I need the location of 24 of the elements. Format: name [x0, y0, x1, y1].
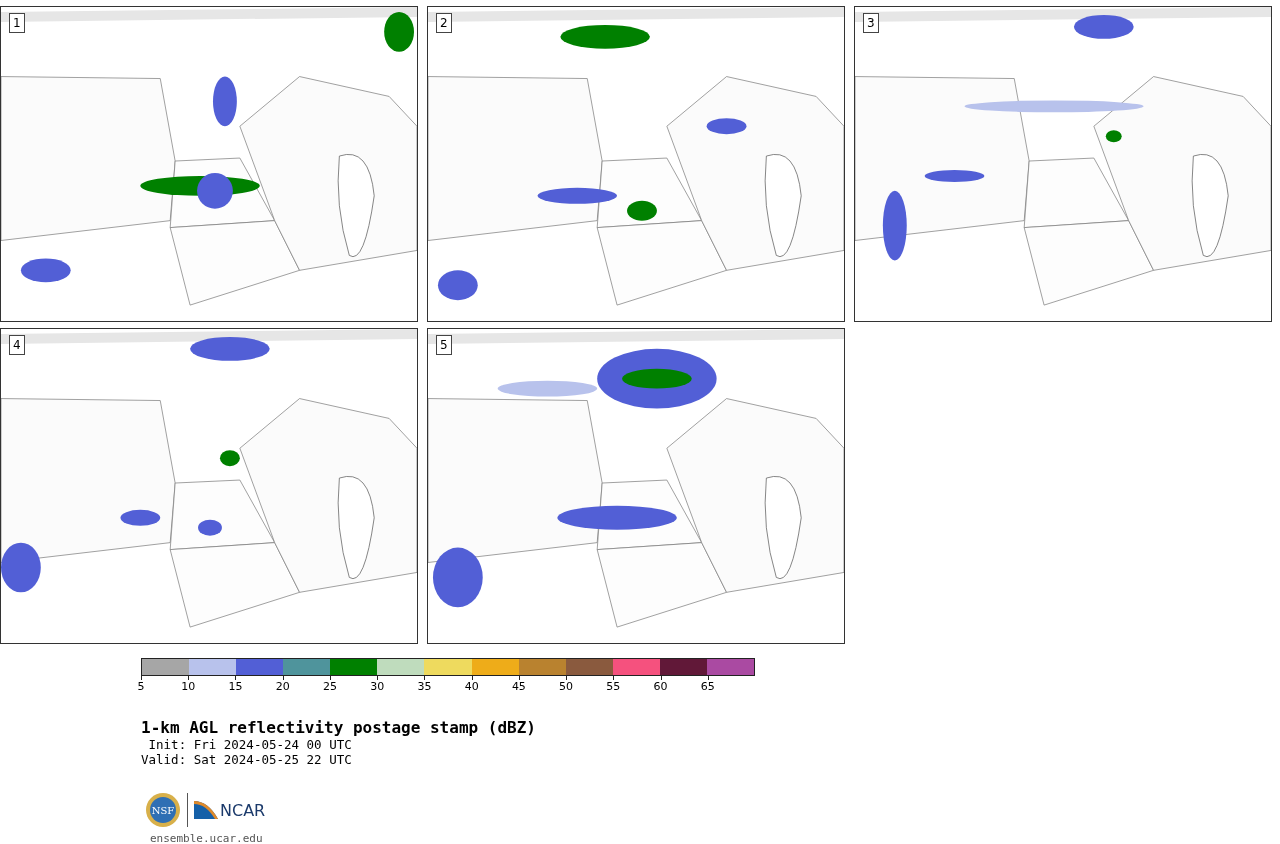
tick-label: 30	[370, 680, 385, 693]
tick-label: 35	[417, 680, 432, 693]
panel-number: 3	[863, 13, 879, 33]
ncar-logo: NCAR	[194, 800, 266, 820]
panel-number: 4	[9, 335, 25, 355]
tick-label: 10	[181, 680, 196, 693]
tick-label: 50	[559, 680, 574, 693]
tick-label: 5	[137, 680, 145, 693]
panel-number: 5	[436, 335, 452, 355]
tick-label: 40	[464, 680, 479, 693]
website-url: ensemble.ucar.edu	[150, 832, 264, 844]
chart-title: 1-km AGL reflectivity postage stamp (dBZ)	[141, 718, 537, 737]
tick-label: 45	[511, 680, 526, 693]
valid-time: Valid: Sat 2024-05-25 22 UTC	[141, 752, 353, 767]
nsf-logo: NSF	[145, 792, 181, 828]
tick-label: 60	[653, 680, 668, 693]
panel-number: 2	[436, 13, 452, 33]
panel-number: 1	[9, 13, 25, 33]
tick-label: 65	[700, 680, 715, 693]
tick-label: 20	[275, 680, 290, 693]
tick-label: 25	[322, 680, 337, 693]
tick-label: 15	[228, 680, 243, 693]
tick-label: 55	[606, 680, 621, 693]
init-time: Init: Fri 2024-05-24 00 UTC	[147, 737, 353, 752]
